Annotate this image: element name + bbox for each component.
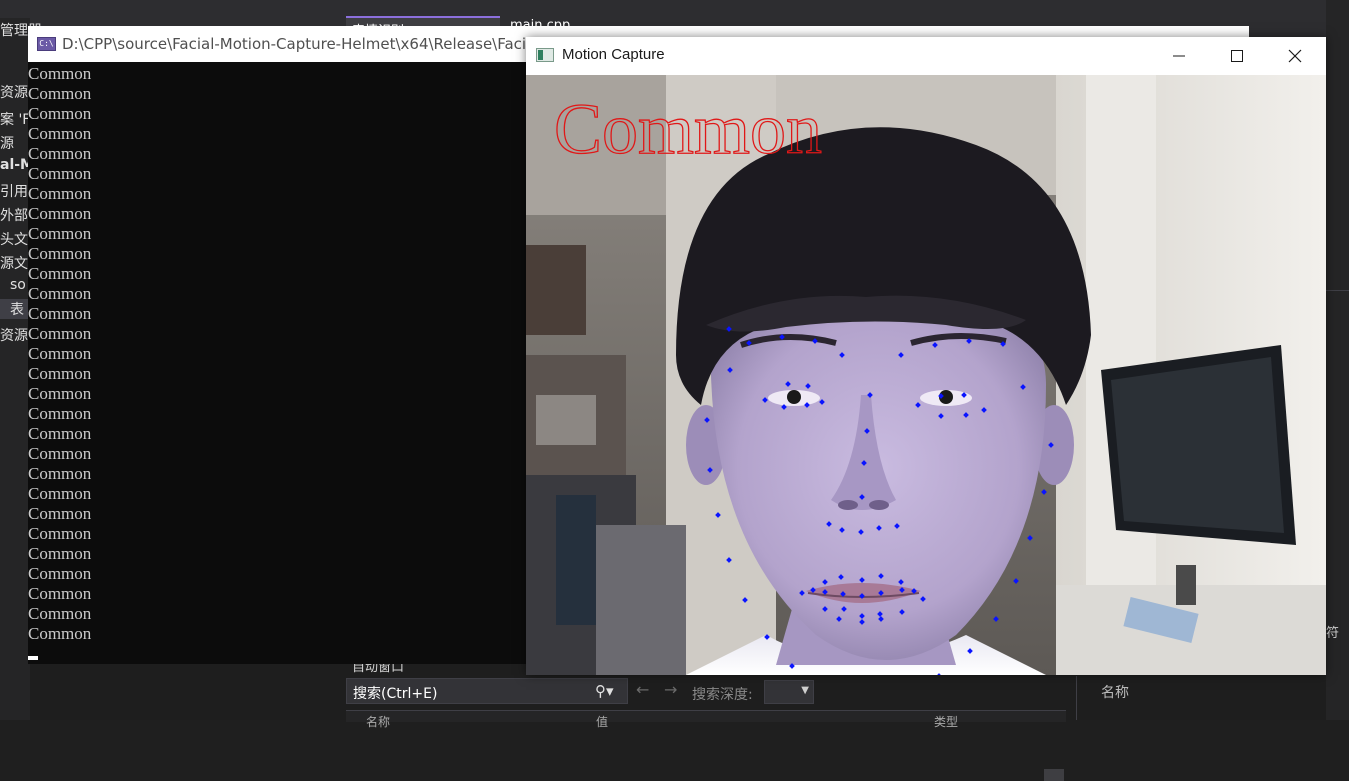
column-header-value[interactable]: 值: [596, 713, 608, 730]
console-line: Common: [28, 124, 92, 143]
console-line: Common: [28, 104, 92, 123]
close-button[interactable]: [1266, 37, 1324, 75]
console-line: Common: [28, 404, 92, 423]
right-side-panel: 符: [1326, 0, 1349, 720]
explorer-row[interactable]: 源: [0, 133, 14, 153]
column-header-type[interactable]: 类型: [934, 713, 958, 730]
autos-search-label: 搜索(Ctrl+E): [353, 686, 438, 702]
search-depth-select[interactable]: ▼: [764, 680, 814, 704]
watch-column-name[interactable]: 名称: [1101, 682, 1129, 702]
console-output[interactable]: Common Common Common Common Common Common Comm…: [28, 62, 528, 664]
console-line: Common: [28, 584, 92, 603]
search-forward-arrow-icon[interactable]: →: [664, 680, 677, 699]
minimize-button[interactable]: [1150, 37, 1208, 75]
solution-explorer-panel: 管理器 资源 案 'Fa 源 al-M 引用 外部依 头文件 源文件 so 表 …: [0, 18, 42, 720]
console-line: Common: [28, 564, 92, 583]
maximize-button[interactable]: [1208, 37, 1266, 75]
motion-capture-window: Motion Capture Common: [526, 37, 1326, 675]
search-depth-label: 搜索深度:: [692, 687, 753, 703]
console-line: Common: [28, 224, 92, 243]
console-line: Common: [28, 544, 92, 563]
right-panel-label: 符: [1326, 626, 1340, 641]
console-line: Common: [28, 504, 92, 523]
explorer-row[interactable]: 引用: [0, 181, 28, 201]
console-line: Common: [28, 284, 92, 303]
console-line: Common: [28, 184, 92, 203]
console-line: Common: [28, 244, 92, 263]
search-back-arrow-icon[interactable]: ←: [636, 680, 649, 699]
console-line: Common: [28, 364, 92, 383]
console-line: Common: [28, 604, 92, 623]
console-line: Common: [28, 204, 92, 223]
console-line: Common: [28, 324, 92, 343]
minimize-icon: [1173, 55, 1185, 57]
chevron-down-icon: ▼: [801, 685, 809, 696]
console-line: Common: [28, 164, 92, 183]
opencv-window-icon: [536, 48, 554, 62]
webcam-image: Common: [526, 75, 1326, 675]
capture-titlebar[interactable]: Motion Capture: [526, 37, 1326, 75]
scroll-up-button[interactable]: [1044, 769, 1064, 781]
maximize-icon: [1231, 50, 1243, 62]
console-line: Common: [28, 344, 92, 363]
explorer-row[interactable]: 资源: [0, 82, 28, 102]
autos-search-box[interactable]: 搜索(Ctrl+E) ⚲▾: [346, 678, 628, 704]
autos-column-headers: 名称 值 类型: [346, 710, 1066, 781]
console-line: Common: [28, 424, 92, 443]
explorer-row[interactable]: so: [0, 277, 26, 293]
console-cursor: [28, 656, 38, 660]
console-lines: Common Common Common Common Common Common Comm…: [28, 64, 91, 644]
console-line: Common: [28, 384, 92, 403]
webcam-frame: Common: [526, 75, 1326, 675]
console-line: Common: [28, 484, 92, 503]
console-line: Common: [28, 84, 92, 103]
console-line: Common: [28, 64, 92, 83]
console-line: Common: [28, 464, 92, 483]
panel-divider: [1326, 290, 1349, 291]
console-line: Common: [28, 264, 92, 283]
column-header-name[interactable]: 名称: [366, 713, 390, 730]
console-line: Common: [28, 304, 92, 323]
console-app-icon: C:\: [37, 37, 56, 51]
explorer-row[interactable]: 表: [0, 299, 30, 319]
console-line: Common: [28, 524, 92, 543]
detected-expression-label: Common: [554, 89, 822, 169]
watch-window: 名称: [1076, 676, 1326, 720]
close-icon: [1288, 49, 1302, 63]
console-line: Common: [28, 624, 92, 643]
search-icon[interactable]: ⚲▾: [595, 682, 614, 700]
console-line: Common: [28, 144, 92, 163]
capture-window-title: Motion Capture: [562, 46, 665, 63]
console-line: Common: [28, 444, 92, 463]
